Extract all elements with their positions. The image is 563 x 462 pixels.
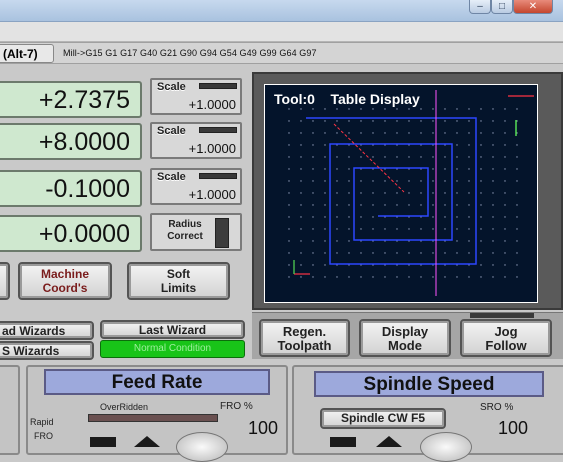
regen-toolpath-button[interactable]: Regen. Toolpath (259, 319, 350, 357)
spindle-speed-title: Spindle Speed (314, 371, 544, 397)
scale-led (199, 173, 237, 179)
overridden-led (88, 414, 218, 422)
scale-label: Scale (157, 81, 186, 93)
scale-label: Scale (157, 125, 186, 137)
soft-limits-button[interactable]: Soft Limits (127, 262, 230, 300)
radius-correct-led (215, 218, 229, 248)
radius-correct-button[interactable]: Radius Correct (150, 213, 242, 251)
scale-led (199, 83, 237, 89)
load-wizards-button[interactable]: ad Wizards (0, 321, 94, 340)
status-normal-condition: Normal Condition (100, 340, 245, 358)
toolpath-display[interactable] (264, 84, 538, 303)
window-title-bar: – □ ✕ (0, 0, 563, 22)
fro-label: FRO % (220, 401, 253, 412)
dro-z[interactable]: -0.1000 (0, 170, 142, 207)
minimize-icon[interactable]: – (469, 0, 491, 14)
radius-correct-label: Radius Correct (167, 219, 203, 242)
scale-value: +1.0000 (188, 141, 236, 156)
spindle-up-arrow-icon[interactable] (376, 436, 402, 447)
scale-value: +1.0000 (188, 187, 236, 202)
last-wizard-button[interactable]: Last Wizard (100, 320, 245, 339)
overridden-label: OverRidden (100, 402, 149, 412)
left-panel-edge (0, 365, 20, 455)
scale-y[interactable]: Scale +1.0000 (150, 122, 242, 159)
spindle-reset-knob[interactable] (420, 432, 472, 462)
active-gcodes: Mill->G15 G1 G17 G40 G21 G90 G94 G54 G49… (63, 48, 317, 58)
dro-x[interactable]: +2.7375 (0, 81, 142, 118)
scale-x[interactable]: Scale +1.0000 (150, 78, 242, 115)
rapid-fro-label: FRO (34, 431, 53, 441)
jog-follow-button[interactable]: Jog Follow (460, 319, 552, 357)
sro-value: 100 (498, 418, 529, 438)
scale-led (199, 127, 237, 133)
jog-follow-led (470, 313, 534, 318)
feed-rate-title: Feed Rate (44, 369, 270, 395)
maximize-icon[interactable]: □ (491, 0, 513, 14)
feed-minus-button[interactable] (90, 437, 116, 447)
dro-a[interactable]: +0.0000 (0, 215, 142, 252)
toolpath-title: Tool:0 Table Display (274, 91, 420, 107)
partial-button-left[interactable] (0, 262, 10, 300)
mode-bar: (Alt-7) Mill->G15 G1 G17 G40 G21 G90 G94… (0, 42, 563, 64)
feed-up-arrow-icon[interactable] (134, 436, 160, 447)
scale-label: Scale (157, 171, 186, 183)
sro-label: SRO % (480, 402, 514, 413)
feed-reset-knob[interactable] (176, 432, 228, 462)
spindle-cw-button[interactable]: Spindle CW F5 (320, 408, 446, 429)
display-mode-button[interactable]: Display Mode (359, 319, 451, 357)
tab-alt-7[interactable]: (Alt-7) (0, 44, 54, 63)
close-icon[interactable]: ✕ (513, 0, 553, 14)
scale-z[interactable]: Scale +1.0000 (150, 168, 242, 205)
fro-value: 100 (248, 418, 279, 438)
scale-value: +1.0000 (188, 97, 236, 112)
rapid-label: Rapid (30, 417, 54, 427)
dro-y[interactable]: +8.0000 (0, 123, 142, 160)
machine-coords-button[interactable]: Machine Coord's (18, 262, 112, 300)
nfs-wizards-button[interactable]: S Wizards (0, 341, 94, 360)
spindle-minus-button[interactable] (330, 437, 356, 447)
menu-strip (0, 22, 563, 42)
toolpath-grid (278, 100, 526, 288)
